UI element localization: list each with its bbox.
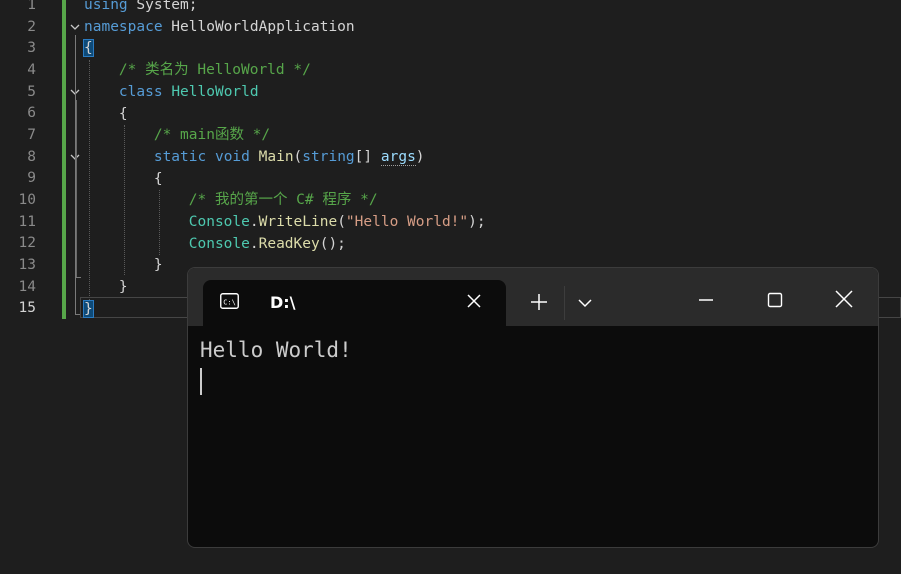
code-line[interactable]: {: [84, 169, 163, 191]
matched-brace: {: [83, 39, 94, 58]
line-number: 5: [27, 84, 36, 100]
code-line[interactable]: {: [83, 38, 94, 60]
terminal-body[interactable]: Hello World!: [188, 326, 878, 547]
code-line[interactable]: using System;: [84, 0, 198, 17]
code-token: args: [380, 148, 416, 166]
line-number: 8: [27, 149, 36, 165]
code-token: WriteLine: [258, 214, 338, 230]
code-token: Console: [188, 235, 250, 252]
code-line[interactable]: }: [84, 255, 163, 277]
code-token: /* main函数 */: [153, 127, 271, 144]
code-token: ();: [319, 235, 346, 252]
code-token: {: [84, 105, 128, 122]
terminal-window[interactable]: C:\ D:\ Hello World!: [187, 267, 879, 548]
code-token: }: [84, 279, 128, 296]
code-token: void: [214, 148, 250, 165]
chevron-down-icon[interactable]: [577, 295, 593, 309]
code-token: ): [415, 148, 425, 165]
fold-end-marker: [75, 277, 81, 278]
line-number: 3: [27, 40, 36, 56]
matched-brace: }: [83, 299, 94, 318]
terminal-tab-title: D:\: [270, 293, 296, 312]
code-line[interactable]: class HelloWorld: [84, 82, 259, 104]
fold-chevron-icon[interactable]: [70, 22, 80, 32]
terminal-output: Hello World!: [200, 338, 352, 362]
code-token: namespace: [84, 18, 163, 35]
code-token: System;: [127, 0, 198, 13]
code-token: HelloWorld: [171, 83, 259, 100]
titlebar-divider: [564, 286, 565, 320]
code-line[interactable]: static void Main(string[] args): [84, 147, 425, 169]
code-token: "Hello World!": [345, 214, 469, 230]
code-token: Console: [188, 214, 250, 230]
line-number: 7: [27, 127, 36, 143]
terminal-tab[interactable]: C:\ D:\: [203, 280, 506, 327]
minimize-icon[interactable]: [696, 290, 716, 310]
code-token: {: [84, 170, 163, 187]
line-number: 6: [27, 105, 36, 121]
close-icon[interactable]: [465, 292, 483, 310]
code-token: /* 类名为 HelloWorld */: [118, 62, 311, 79]
terminal-titlebar[interactable]: C:\ D:\: [188, 268, 878, 327]
line-number: 14: [18, 279, 36, 295]
code-token: (: [337, 214, 346, 230]
line-number: 10: [18, 192, 36, 208]
plus-icon[interactable]: [529, 292, 549, 312]
close-icon[interactable]: [833, 288, 855, 310]
line-number: 4: [27, 62, 36, 78]
code-token: }: [84, 257, 163, 274]
code-token: .: [249, 235, 259, 252]
svg-text:C:\: C:\: [223, 299, 236, 307]
code-line[interactable]: namespace HelloWorldApplication: [84, 17, 355, 39]
code-line[interactable]: Console.WriteLine("Hello World!");: [84, 212, 486, 234]
code-token: (: [293, 148, 303, 165]
line-number: 9: [27, 170, 36, 186]
code-token: Main: [258, 148, 294, 165]
code-line[interactable]: }: [84, 277, 128, 299]
code-token: .: [249, 214, 259, 230]
code-line[interactable]: }: [83, 299, 94, 321]
code-line[interactable]: Console.ReadKey();: [84, 234, 346, 256]
code-token: ReadKey: [258, 235, 320, 252]
code-token: []: [354, 148, 381, 165]
code-line[interactable]: /* 我的第一个 C# 程序 */: [84, 190, 378, 212]
terminal-cursor: [200, 368, 202, 395]
code-line[interactable]: /* 类名为 HelloWorld */: [84, 60, 311, 82]
line-number: 12: [18, 235, 36, 251]
line-number: 11: [18, 214, 36, 230]
line-number: 1: [27, 0, 36, 13]
code-token: class: [118, 83, 163, 100]
code-line[interactable]: {: [84, 104, 128, 126]
maximize-icon[interactable]: [765, 290, 785, 310]
terminal-prompt-icon: C:\: [220, 293, 239, 309]
code-line[interactable]: /* main函数 */: [84, 125, 270, 147]
code-token: static: [153, 148, 207, 165]
line-number: 13: [18, 257, 36, 273]
line-number: 2: [27, 19, 36, 35]
code-token: using: [84, 0, 128, 13]
fold-guide-class: [76, 100, 77, 278]
change-indicator-bar: [62, 0, 66, 319]
code-token: );: [468, 214, 486, 230]
code-token: string: [302, 148, 355, 165]
code-token: HelloWorldApplication: [162, 18, 355, 35]
code-token: /* 我的第一个 C# 程序 */: [188, 192, 378, 209]
line-number-current: 15: [18, 300, 36, 316]
